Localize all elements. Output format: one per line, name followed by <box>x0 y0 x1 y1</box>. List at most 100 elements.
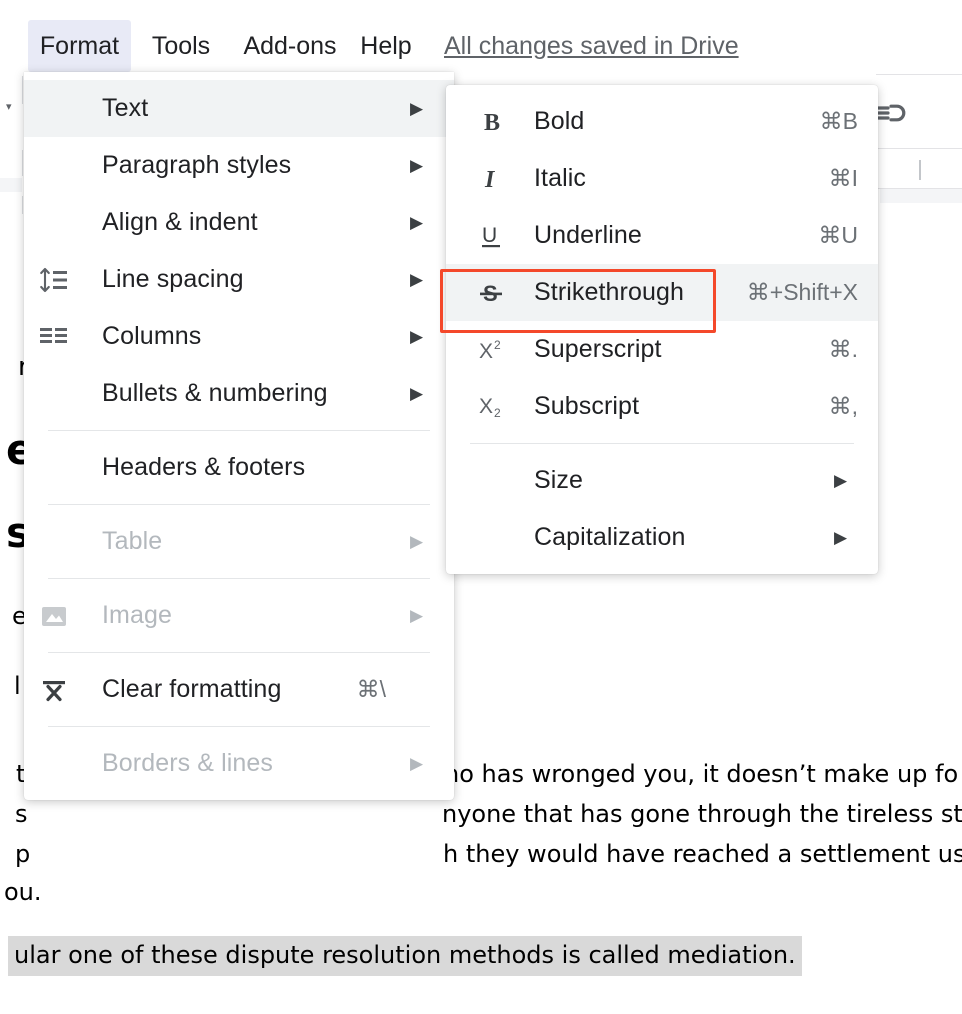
menu-item-bullets-numbering[interactable]: Bullets & numbering ▶ <box>24 365 454 422</box>
link-icon[interactable] <box>874 100 910 128</box>
superscript-icon: X 2 <box>468 336 514 364</box>
submenu-item-subscript[interactable]: X 2 Subscript ⌘, <box>446 378 878 435</box>
menubar-item-format[interactable]: Format <box>28 20 131 72</box>
toolbar-divider-top <box>876 74 962 75</box>
menu-item-label: Columns <box>102 322 202 350</box>
svg-text:X: X <box>479 395 493 418</box>
doc-glyph: ou. <box>4 878 42 906</box>
underline-icon: U <box>468 222 514 250</box>
submenu-item-label: Strikethrough <box>534 278 684 306</box>
clear-formatting-icon <box>32 677 76 703</box>
menu-item-label: Paragraph styles <box>102 151 292 179</box>
submenu-item-capitalization[interactable]: Capitalization ▶ <box>446 509 878 566</box>
submenu-arrow-icon: ▶ <box>834 527 848 547</box>
menu-item-label: Headers & footers <box>102 453 306 481</box>
submenu-item-label: Size <box>534 466 584 494</box>
svg-text:2: 2 <box>494 406 501 420</box>
toolbar-ruler-tick <box>919 160 921 180</box>
svg-text:X: X <box>479 340 493 363</box>
toolbar-divider-mid <box>878 148 962 149</box>
menubar-item-add-ons[interactable]: Add-ons <box>229 20 351 72</box>
ruler-left-line-3 <box>22 196 23 214</box>
menu-item-label: Clear formatting <box>102 675 282 703</box>
submenu-item-bold[interactable]: B Bold ⌘B <box>446 93 878 150</box>
doc-glyph: s <box>15 800 28 828</box>
toolbar-ruler-band <box>880 189 962 203</box>
svg-text:U: U <box>482 224 497 247</box>
menu-item-label: Text <box>102 94 149 122</box>
submenu-divider <box>470 443 854 444</box>
menu-item-align-indent[interactable]: Align & indent ▶ <box>24 194 454 251</box>
doc-paragraph-line: nyone that has gone through the tireless… <box>442 800 962 828</box>
save-status-label: All changes saved in Drive <box>444 31 739 60</box>
menu-item-label: Table <box>102 527 163 555</box>
format-menu: Text ▶ Paragraph styles ▶ Align & indent… <box>24 72 454 800</box>
menu-bar: Format Tools Add-ons Help All changes sa… <box>0 20 962 72</box>
submenu-item-superscript[interactable]: X 2 Superscript ⌘. <box>446 321 878 378</box>
ruler-indent-marker: ▾ <box>6 101 12 113</box>
menu-item-text[interactable]: Text ▶ <box>24 80 454 137</box>
menu-divider <box>48 726 430 727</box>
strikethrough-icon: S <box>468 279 514 307</box>
submenu-item-italic[interactable]: I Italic ⌘I <box>446 150 878 207</box>
menu-item-clear-formatting[interactable]: Clear formatting ⌘\ <box>24 661 454 718</box>
submenu-item-label: Bold <box>534 107 585 135</box>
menu-item-borders-lines: Borders & lines ▶ <box>24 735 454 792</box>
menu-item-paragraph-styles[interactable]: Paragraph styles ▶ <box>24 137 454 194</box>
doc-paragraph-line: ho has wronged you, it doesn’t make up f… <box>444 760 959 788</box>
doc-highlighted-line: ular one of these dispute resolution met… <box>8 936 802 976</box>
menubar-item-label: Format <box>39 31 120 60</box>
menu-item-label: Bullets & numbering <box>102 379 328 407</box>
submenu-item-size[interactable]: Size ▶ <box>446 452 878 509</box>
svg-text:B: B <box>484 110 500 136</box>
menu-item-shortcut: ⌘\ <box>356 676 386 702</box>
submenu-item-label: Superscript <box>534 335 662 363</box>
menu-divider <box>48 430 430 431</box>
submenu-arrow-icon: ▶ <box>410 753 424 773</box>
submenu-item-shortcut: ⌘+Shift+X <box>746 279 858 305</box>
doc-glyph: p <box>15 840 31 868</box>
menubar-item-label: Help <box>360 31 412 60</box>
menu-item-table: Table ▶ <box>24 513 454 570</box>
submenu-arrow-icon: ▶ <box>410 605 424 625</box>
columns-icon <box>32 324 76 350</box>
submenu-item-strikethrough[interactable]: S Strikethrough ⌘+Shift+X <box>446 264 878 321</box>
image-icon <box>32 603 76 629</box>
submenu-arrow-icon: ▶ <box>834 470 848 490</box>
ruler-left-line-2 <box>22 150 23 176</box>
submenu-item-label: Subscript <box>534 392 640 420</box>
bold-icon: B <box>468 108 514 136</box>
submenu-item-underline[interactable]: U Underline ⌘U <box>446 207 878 264</box>
doc-glyph: l <box>14 672 21 700</box>
menu-item-label: Align & indent <box>102 208 258 236</box>
menu-item-line-spacing[interactable]: Line spacing ▶ <box>24 251 454 308</box>
menu-item-label: Line spacing <box>102 265 244 293</box>
italic-icon: I <box>468 165 514 193</box>
menu-item-label: Borders & lines <box>102 749 274 777</box>
svg-text:I: I <box>484 167 496 193</box>
text-submenu: B Bold ⌘B I Italic ⌘I U Underline ⌘U S S… <box>446 85 878 574</box>
submenu-item-shortcut: ⌘U <box>818 222 858 248</box>
line-spacing-icon <box>32 267 76 293</box>
menu-item-headers-footers[interactable]: Headers & footers <box>24 439 454 496</box>
menubar-item-label: Tools <box>151 31 211 60</box>
submenu-item-shortcut: ⌘. <box>828 336 858 362</box>
menu-item-columns[interactable]: Columns ▶ <box>24 308 454 365</box>
menubar-item-help[interactable]: Help <box>352 20 420 72</box>
ruler-left-line <box>22 76 23 104</box>
submenu-item-label: Capitalization <box>534 523 686 551</box>
menu-item-image: Image ▶ <box>24 587 454 644</box>
submenu-item-label: Italic <box>534 164 587 192</box>
submenu-item-shortcut: ⌘, <box>828 393 858 419</box>
menu-item-label: Image <box>102 601 172 629</box>
subscript-icon: X 2 <box>468 393 514 421</box>
menubar-item-tools[interactable]: Tools <box>140 20 222 72</box>
doc-paragraph-line: h they would have reached a settlement u… <box>443 840 962 868</box>
submenu-item-shortcut: ⌘B <box>819 108 858 134</box>
menu-divider <box>48 578 430 579</box>
menubar-item-label: Add-ons <box>243 31 337 60</box>
svg-text:2: 2 <box>494 338 501 352</box>
menu-divider <box>48 504 430 505</box>
toolbar-left-band <box>0 178 22 192</box>
save-status-link[interactable]: All changes saved in Drive <box>444 20 739 72</box>
